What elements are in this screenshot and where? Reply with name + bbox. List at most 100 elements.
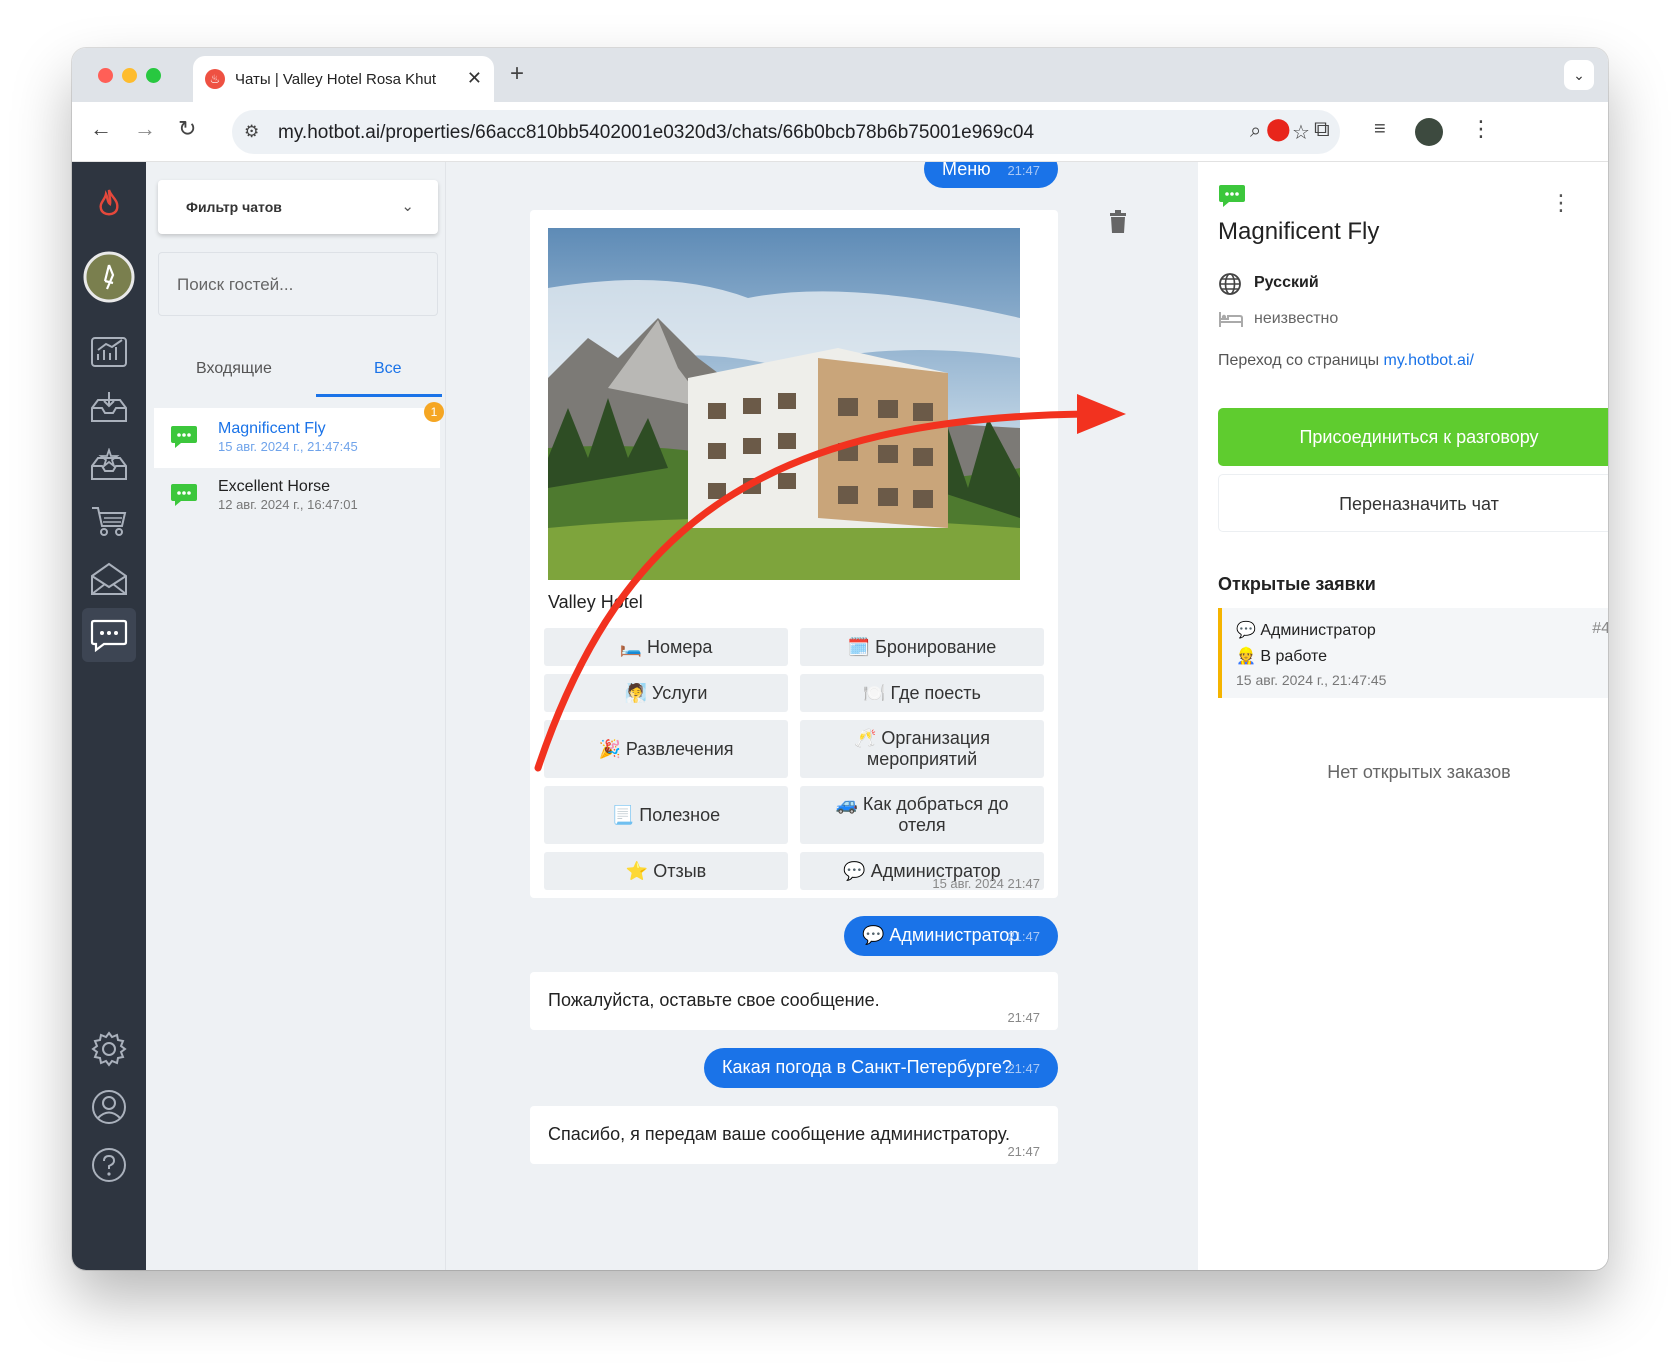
- chat-item-excellent-horse[interactable]: Excellent Horse 12 авг. 2024 г., 16:47:0…: [154, 466, 440, 526]
- message-text: Какая погода в Санкт-Петербурге?: [722, 1057, 1012, 1077]
- menu-button-events[interactable]: 🥂 Организация мероприятий: [800, 720, 1044, 778]
- menu-button-entertainment[interactable]: 🎉 Развлечения: [544, 720, 788, 778]
- bot-menu-card: Valley Hotel 🛏️ Номера 🗓️ Бронирование 🧖…: [530, 210, 1058, 898]
- app-area: Фильтр чатов ⌄ Поиск гостей... Входящие …: [72, 162, 1608, 1270]
- inbox-icon[interactable]: [82, 380, 136, 434]
- ticket-card[interactable]: 💬 Администратор #4 👷 В работе 15 авг. 20…: [1218, 608, 1608, 698]
- tab-all[interactable]: Все: [374, 360, 402, 378]
- browser-menu-icon[interactable]: ⋮: [1470, 116, 1492, 142]
- maximize-window-button[interactable]: [146, 68, 161, 83]
- profile-icon[interactable]: [82, 1080, 136, 1134]
- outgoing-message-admin: 💬 Администратор 21:47: [844, 916, 1058, 956]
- chat-list-panel: Фильтр чатов ⌄ Поиск гостей... Входящие …: [146, 162, 446, 1270]
- close-tab-icon[interactable]: ✕: [467, 68, 482, 89]
- message-time: 21:47: [1007, 1010, 1040, 1025]
- search-placeholder: Поиск гостей...: [177, 275, 294, 294]
- browser-window: ♨ Чаты | Valley Hotel Rosa Khut ✕ + ⌄ ← …: [72, 48, 1608, 1270]
- reload-icon[interactable]: ↻: [178, 116, 196, 142]
- source-link[interactable]: my.hotbot.ai/: [1384, 352, 1474, 369]
- media-controls-icon[interactable]: ≡: [1374, 118, 1386, 141]
- referral-source: Переход со страницы my.hotbot.ai/: [1218, 352, 1474, 370]
- hotel-name: Valley Hotel: [548, 592, 643, 612]
- tab-incoming[interactable]: Входящие: [196, 360, 272, 378]
- message-text: Спасибо, я передам ваше сообщение админи…: [548, 1124, 1011, 1144]
- message-time: 21:47: [1007, 163, 1040, 178]
- chat-bubble-icon: [171, 484, 197, 506]
- active-tab-indicator: [316, 394, 442, 397]
- chat-item-magnificent-fly[interactable]: Magnificent Fly 15 авг. 2024 г., 21:47:4…: [154, 402, 444, 468]
- forward-icon[interactable]: →: [134, 116, 156, 142]
- guest-details-panel: ⋮ Magnificent Fly Русский неизвестно Пер…: [1198, 162, 1608, 1270]
- address-bar[interactable]: ⚙ my.hotbot.ai/properties/66acc810bb5402…: [232, 110, 1340, 154]
- bed-icon: [1219, 312, 1243, 327]
- hotbot-flame-icon: ♨: [205, 69, 225, 89]
- message-text: Меню: [942, 162, 991, 179]
- guest-search-input[interactable]: Поиск гостей...: [158, 252, 438, 316]
- browser-toolbar: ← → ↻ ⚙ my.hotbot.ai/properties/66acc810…: [72, 102, 1608, 162]
- guest-name: Magnificent Fly: [1218, 218, 1380, 245]
- message-time: 21:47: [1007, 1061, 1040, 1076]
- chat-bubble-icon: [1219, 185, 1245, 207]
- menu-button-useful[interactable]: 📃 Полезное: [544, 786, 788, 844]
- zoom-icon[interactable]: ⌕: [1250, 120, 1261, 143]
- menu-button-review[interactable]: ⭐ Отзыв: [544, 852, 788, 890]
- close-window-button[interactable]: [98, 68, 113, 83]
- more-options-icon[interactable]: ⋮: [1550, 190, 1572, 216]
- tab-search-button[interactable]: ⌄: [1564, 60, 1594, 90]
- minimize-window-button[interactable]: [122, 68, 137, 83]
- reviews-icon[interactable]: [82, 438, 136, 492]
- avatar[interactable]: [82, 250, 136, 304]
- back-icon[interactable]: ←: [90, 116, 112, 142]
- chat-bubble-icon: [171, 426, 197, 448]
- menu-button-where-to-eat[interactable]: 🍽️ Где поесть: [800, 674, 1044, 712]
- join-conversation-button[interactable]: Присоединиться к разговору: [1218, 408, 1608, 466]
- settings-icon[interactable]: [82, 1022, 136, 1076]
- new-tab-button[interactable]: +: [510, 60, 524, 88]
- cart-icon[interactable]: [82, 494, 136, 548]
- open-requests-title: Открытые заявки: [1218, 574, 1376, 594]
- ticket-status: 👷 В работе: [1236, 648, 1328, 665]
- chat-filter-dropdown[interactable]: Фильтр чатов ⌄: [158, 180, 438, 234]
- url-text[interactable]: my.hotbot.ai/properties/66acc810bb540200…: [278, 122, 1034, 144]
- incoming-message: Пожалуйста, оставьте свое сообщение. 21:…: [530, 972, 1058, 1030]
- bookmark-star-icon[interactable]: ☆: [1292, 120, 1310, 145]
- tab-title: Чаты | Valley Hotel Rosa Khut: [235, 71, 437, 88]
- chat-item-date: 15 авг. 2024 г., 21:47:45: [218, 439, 358, 454]
- browser-tab[interactable]: ♨ Чаты | Valley Hotel Rosa Khut ✕: [193, 56, 494, 102]
- opera-extension-icon[interactable]: ⬤: [1266, 116, 1291, 142]
- extensions-icon[interactable]: ⧉: [1314, 116, 1330, 142]
- tab-strip: ♨ Чаты | Valley Hotel Rosa Khut ✕ + ⌄: [72, 48, 1608, 102]
- guest-room: неизвестно: [1254, 310, 1339, 327]
- chevron-down-icon: ⌄: [401, 198, 414, 215]
- globe-icon: [1219, 273, 1241, 295]
- menu-button-directions[interactable]: 🚙 Как добраться до отеля: [800, 786, 1044, 844]
- mail-icon[interactable]: [82, 552, 136, 606]
- card-timestamp: 15 авг. 2024 21:47: [932, 876, 1040, 891]
- chat-icon[interactable]: [82, 608, 136, 662]
- source-prefix: Переход со страницы: [1218, 352, 1380, 369]
- menu-button-booking[interactable]: 🗓️ Бронирование: [800, 628, 1044, 666]
- message-text: Пожалуйста, оставьте свое сообщение.: [548, 990, 880, 1010]
- analytics-icon[interactable]: [82, 324, 136, 378]
- chat-filter-label: Фильтр чатов: [186, 199, 282, 215]
- chat-item-name: Excellent Horse: [218, 478, 331, 495]
- ticket-name: 💬 Администратор: [1236, 622, 1376, 639]
- outgoing-message-weather: Какая погода в Санкт-Петербурге? 21:47: [704, 1048, 1058, 1088]
- message-text: 💬 Администратор: [862, 925, 1020, 945]
- profile-avatar[interactable]: [1415, 118, 1443, 146]
- site-settings-icon[interactable]: ⚙: [244, 122, 259, 142]
- menu-button-rooms[interactable]: 🛏️ Номера: [544, 628, 788, 666]
- reassign-chat-button[interactable]: Переназначить чат: [1218, 474, 1608, 532]
- chat-item-name: Magnificent Fly: [218, 420, 326, 437]
- unread-badge: 1: [424, 402, 444, 422]
- no-orders-message: Нет открытых заказов: [1327, 762, 1511, 782]
- guest-language: Русский: [1254, 274, 1319, 291]
- hotbot-logo[interactable]: [82, 176, 136, 230]
- conversation-panel: Меню 21:47 Valley Hotel 🛏️ Номера 🗓️ Бро…: [446, 162, 1198, 1270]
- menu-button-services[interactable]: 🧖 Услуги: [544, 674, 788, 712]
- message-time: 21:47: [1007, 929, 1040, 944]
- delete-trash-icon[interactable]: [1108, 210, 1128, 234]
- hotel-photo: [548, 228, 1020, 580]
- help-icon[interactable]: [82, 1138, 136, 1192]
- ticket-date: 15 авг. 2024 г., 21:47:45: [1236, 672, 1387, 688]
